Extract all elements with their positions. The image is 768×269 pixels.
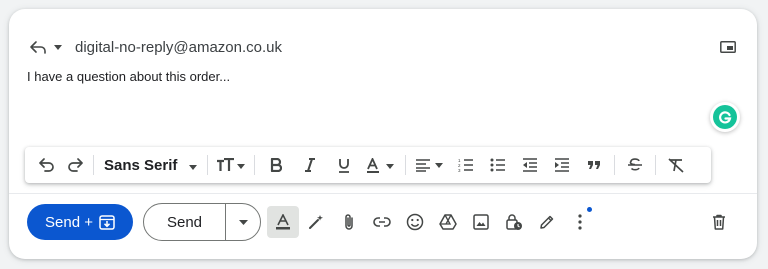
signature-icon[interactable] [531,206,563,238]
link-icon[interactable] [366,206,398,238]
formatting-toolbar: Sans Serif 123 [25,147,711,183]
align-icon[interactable] [410,151,450,179]
toolbar-divider [405,155,407,175]
more-options-icon[interactable] [564,206,596,238]
italic-icon[interactable] [293,151,327,179]
indent-more-icon[interactable] [546,151,578,179]
chevron-down-icon [189,157,198,174]
quote-icon[interactable] [578,151,610,179]
magic-write-icon[interactable] [300,206,332,238]
attach-icon[interactable] [333,206,365,238]
discard-icon[interactable] [703,206,735,238]
notification-dot [587,207,592,212]
bottom-divider [9,193,757,194]
remove-formatting-icon[interactable] [660,151,692,179]
numbered-list-icon[interactable]: 123 [450,151,482,179]
bold-icon[interactable] [259,151,293,179]
text-size-icon[interactable] [212,151,250,179]
send-split-button: Send [143,203,261,241]
confidential-mode-icon[interactable] [498,206,530,238]
toolbar-divider [207,155,209,175]
reply-icon[interactable] [29,38,47,56]
indent-less-icon[interactable] [514,151,546,179]
send-schedule-button[interactable]: Send + [27,204,133,240]
emoji-icon[interactable] [399,206,431,238]
send-label: Send [166,213,203,231]
bulleted-list-icon[interactable] [482,151,514,179]
underline-icon[interactable] [327,151,361,179]
svg-text:3: 3 [458,168,461,172]
toolbar-divider [93,155,94,175]
bottom-toolbar: Send + Send [27,203,739,241]
drive-icon[interactable] [432,206,464,238]
message-body[interactable]: I have a question about this order... [27,69,230,84]
undo-icon[interactable] [33,151,61,179]
toolbar-divider [254,155,256,175]
compose-window: digital-no-reply@amazon.co.uk I have a q… [9,9,757,259]
send-schedule-label: Send + [45,213,93,231]
compose-actions [267,206,596,238]
photo-icon[interactable] [465,206,497,238]
send-button[interactable]: Send [144,204,226,240]
compose-header: digital-no-reply@amazon.co.uk [29,27,737,67]
formatting-options-icon[interactable] [267,206,299,238]
pop-out-icon[interactable] [719,38,737,56]
redo-icon[interactable] [61,151,89,179]
schedule-send-icon [99,214,115,230]
toolbar-divider [655,155,657,175]
reply-type-dropdown-icon[interactable] [51,40,65,54]
strikethrough-icon[interactable] [619,151,651,179]
text-color-icon[interactable] [361,151,401,179]
font-family-label: Sans Serif [104,156,178,174]
toolbar-divider [614,155,616,175]
font-family-select[interactable]: Sans Serif [98,157,203,174]
send-options-dropdown[interactable] [226,204,260,240]
grammarly-icon[interactable] [710,102,740,132]
recipient-address[interactable]: digital-no-reply@amazon.co.uk [75,39,282,56]
